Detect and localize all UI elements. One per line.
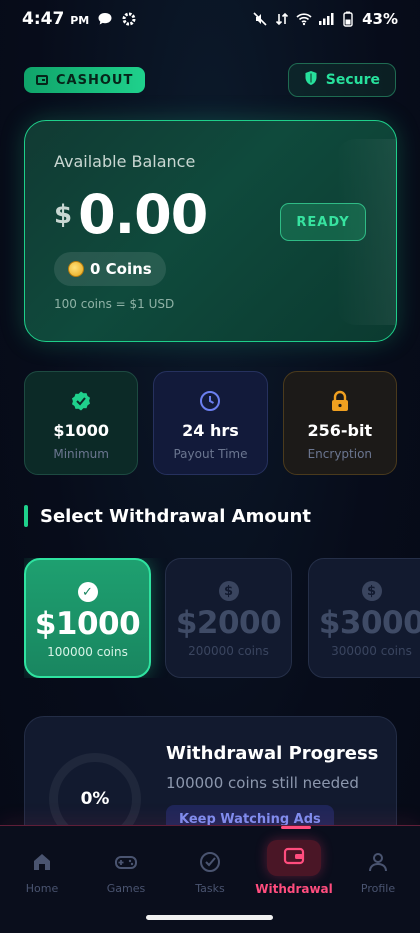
balance-amount: $ 0.00 xyxy=(54,183,208,246)
nav-items: Home Games Tasks Withdrawal Profile xyxy=(0,840,420,900)
status-bar: 4:47 PM 43% xyxy=(0,0,420,38)
stat-value: 256-bit xyxy=(307,421,373,440)
wallet-icon xyxy=(283,846,305,870)
time-text: 4:47 xyxy=(22,9,65,29)
section-title: Select Withdrawal Amount xyxy=(24,505,311,527)
stat-value: $1000 xyxy=(53,421,109,440)
amount-option-2000[interactable]: $ $2000 200000 coins xyxy=(165,558,292,678)
balance-value: 0.00 xyxy=(78,183,208,246)
profile-icon xyxy=(366,850,390,874)
nav-label: Profile xyxy=(360,882,396,895)
dollar-coin-icon: $ xyxy=(361,581,382,601)
currency-symbol: $ xyxy=(54,199,73,230)
nav-item-games[interactable]: Games xyxy=(84,840,168,900)
nav-label: Games xyxy=(106,882,146,895)
nav-item-withdrawal[interactable]: Withdrawal xyxy=(252,840,336,900)
lock-icon xyxy=(329,390,351,412)
nav-label: Withdrawal xyxy=(255,882,333,896)
home-icon xyxy=(30,850,54,874)
secure-label: Secure xyxy=(325,72,380,88)
coins-text: 0 Coins xyxy=(90,260,152,278)
verified-check-icon xyxy=(70,390,92,412)
progress-subtitle: 100000 coins still needed xyxy=(166,774,359,792)
progress-percent: 0% xyxy=(80,789,110,809)
signal-icon xyxy=(318,11,334,27)
section-title-text: Select Withdrawal Amount xyxy=(40,505,311,527)
battery-icon xyxy=(340,11,356,27)
amount-option-3000[interactable]: $ $3000 300000 coins xyxy=(308,558,420,678)
mute-icon xyxy=(252,11,268,27)
section-accent-bar xyxy=(24,505,28,527)
nav-active-highlight xyxy=(267,840,321,876)
settings-gear-icon xyxy=(121,11,137,27)
stat-payout-time: 24 hrs Payout Time xyxy=(153,371,268,475)
conversion-rate: 100 coins = $1 USD xyxy=(54,297,175,311)
status-time: 4:47 PM xyxy=(22,9,89,29)
stat-label: Encryption xyxy=(307,447,373,461)
shield-icon xyxy=(304,70,318,90)
nav-item-tasks[interactable]: Tasks xyxy=(168,840,252,900)
wifi-icon xyxy=(296,11,312,27)
nav-label: Home xyxy=(25,882,59,895)
header: CASHOUT Secure xyxy=(24,62,396,98)
nav-label: Tasks xyxy=(195,882,225,895)
amount-value: $1000 xyxy=(34,606,141,642)
wallet-icon xyxy=(36,75,48,85)
progress-title: Withdrawal Progress xyxy=(166,743,379,764)
clock-icon xyxy=(199,390,221,412)
coin-icon xyxy=(68,261,84,277)
stat-label: Minimum xyxy=(53,447,109,461)
amount-value: $2000 xyxy=(175,605,282,641)
ready-status-badge: READY xyxy=(280,203,366,241)
gamepad-icon xyxy=(114,850,138,874)
home-gesture-bar[interactable] xyxy=(146,915,273,920)
amount-coins: 200000 coins xyxy=(188,644,269,658)
balance-label: Available Balance xyxy=(54,152,196,171)
amount-option-1000[interactable]: ✓ $1000 100000 coins xyxy=(24,558,151,678)
balance-card: Available Balance $ 0.00 READY 0 Coins 1… xyxy=(24,120,397,342)
nav-item-home[interactable]: Home xyxy=(0,840,84,900)
amount-value: $3000 xyxy=(318,605,420,641)
stat-encryption: 256-bit Encryption xyxy=(282,371,397,475)
chat-bubble-icon xyxy=(97,11,113,27)
status-right: 43% xyxy=(252,10,398,28)
cashout-badge: CASHOUT xyxy=(24,67,146,93)
stat-label: Payout Time xyxy=(173,447,248,461)
amount-coins: 300000 coins xyxy=(331,644,412,658)
cashout-label: CASHOUT xyxy=(56,72,134,88)
screen: 4:47 PM 43% CASHOUT Secure Available Bal… xyxy=(0,0,420,933)
status-left: 4:47 PM xyxy=(22,9,137,29)
battery-percent: 43% xyxy=(362,10,398,28)
stat-minimum: $1000 Minimum xyxy=(24,371,139,475)
secure-button[interactable]: Secure xyxy=(287,63,396,97)
stat-value: 24 hrs xyxy=(182,421,239,440)
coins-pill: 0 Coins xyxy=(54,252,166,286)
nav-active-indicator xyxy=(281,826,311,829)
nav-item-profile[interactable]: Profile xyxy=(336,840,420,900)
task-check-icon xyxy=(198,850,222,874)
dollar-coin-icon: $ xyxy=(218,581,239,601)
ampm-text: PM xyxy=(70,14,90,27)
amount-options: ✓ $1000 100000 coins $ $2000 200000 coin… xyxy=(24,558,420,678)
check-circle-icon: ✓ xyxy=(77,582,98,602)
amount-coins: 100000 coins xyxy=(47,645,128,659)
data-arrows-icon xyxy=(274,11,290,27)
stats-row: $1000 Minimum 24 hrs Payout Time 256-bit… xyxy=(24,371,397,475)
